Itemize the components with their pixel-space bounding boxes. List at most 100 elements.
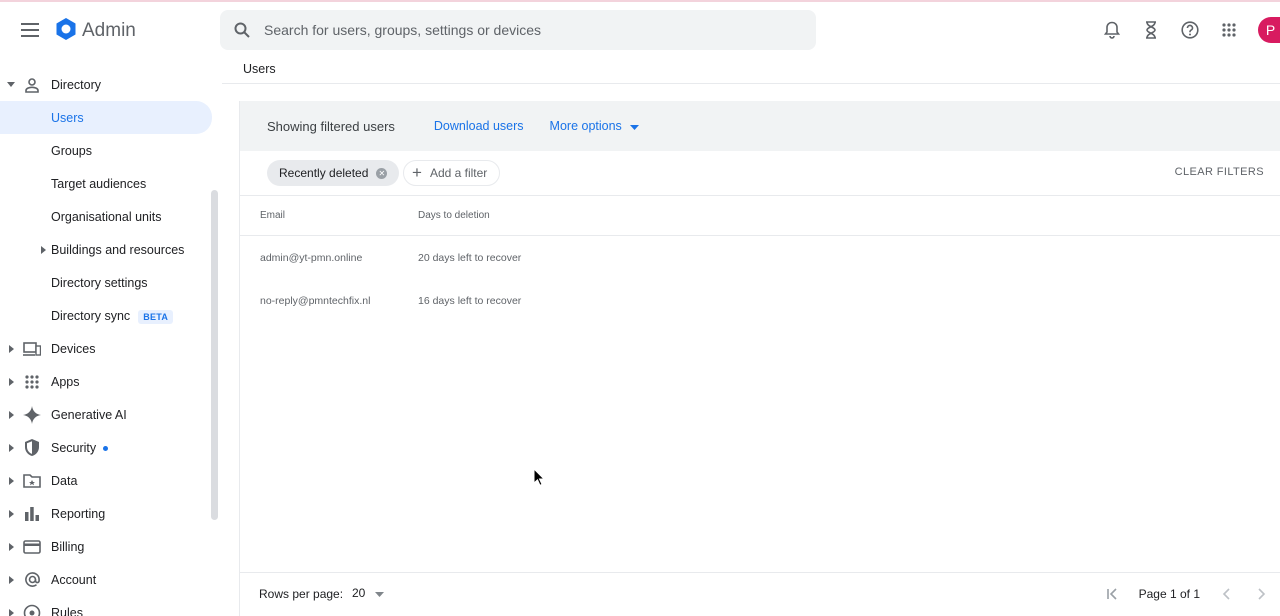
main-menu-icon[interactable] — [16, 16, 44, 44]
sidebar-item-label: Reporting — [51, 506, 106, 521]
sidebar-item-label: Directory — [51, 77, 102, 92]
row-email: no-reply@pmntechfix.nl — [260, 294, 371, 307]
sidebar-nav: Directory Users Groups Target audiences … — [0, 68, 222, 616]
sidebar-item-data[interactable]: Data — [0, 464, 222, 497]
sidebar-item-label: Organisational units — [51, 209, 162, 224]
sidebar-item-billing[interactable]: Billing — [0, 530, 222, 563]
sidebar-item-label: Users — [51, 110, 84, 125]
sidebar-item-users[interactable]: Users — [0, 101, 212, 134]
sidebar-item-buildings-and-resources[interactable]: Buildings and resources — [0, 233, 222, 266]
search-input[interactable] — [264, 22, 784, 38]
sidebar-item-organisational-units[interactable]: Organisational units — [0, 200, 222, 233]
beta-badge: BETA — [138, 309, 174, 324]
next-page-icon[interactable] — [1244, 583, 1280, 605]
breadcrumb-users[interactable]: Users — [243, 62, 276, 76]
sidebar-item-account[interactable]: Account — [0, 563, 222, 596]
sidebar-item-rules[interactable]: Rules — [0, 596, 222, 616]
sidebar-item-label: Data — [51, 473, 78, 488]
rows-per-page-select[interactable]: 20 — [352, 586, 385, 600]
users-panel: Showing filtered users Download users Mo… — [239, 101, 1280, 616]
sidebar-item-directory[interactable]: Directory — [0, 68, 222, 101]
help-icon[interactable] — [1170, 16, 1209, 44]
person-icon — [22, 75, 42, 95]
panel-header: Showing filtered users Download users Mo… — [240, 101, 1280, 151]
remove-filter-icon[interactable]: ✕ — [376, 167, 388, 179]
sidebar-item-security[interactable]: Security — [0, 431, 222, 464]
caret-right-icon — [6, 542, 16, 552]
plus-icon: + — [412, 163, 422, 182]
top-app-bar: Admin P — [0, 0, 1280, 58]
dropdown-arrow-icon — [375, 586, 385, 600]
sidebar-item-label: Account — [51, 572, 97, 587]
bar-chart-icon — [22, 504, 42, 524]
sidebar-scrollbar[interactable] — [211, 190, 218, 520]
at-sign-icon — [22, 570, 42, 590]
sidebar-item-groups[interactable]: Groups — [0, 134, 222, 167]
filter-bar: Recently deleted ✕ + Add a filter CLEAR … — [240, 151, 1280, 196]
panel-title: Showing filtered users — [267, 118, 395, 134]
more-options-label: More options — [549, 119, 622, 133]
app-brand[interactable]: Admin — [82, 20, 136, 42]
sidebar-item-label: Groups — [51, 143, 92, 158]
filter-chip-recently-deleted[interactable]: Recently deleted ✕ — [267, 160, 400, 186]
caret-right-icon — [6, 575, 16, 585]
caret-right-icon — [6, 509, 16, 519]
add-filter-button[interactable]: + Add a filter — [403, 160, 501, 186]
notification-dot — [103, 445, 109, 451]
clear-filters-button[interactable]: CLEAR FILTERS — [1175, 166, 1264, 178]
sidebar-item-label: Security — [51, 440, 109, 455]
sidebar-item-directory-settings[interactable]: Directory settings — [0, 266, 222, 299]
caret-right-icon — [38, 245, 48, 255]
sidebar-item-target-audiences[interactable]: Target audiences — [0, 167, 222, 200]
folder-icon — [22, 471, 42, 491]
column-header-email[interactable]: Email — [240, 210, 418, 221]
sidebar-item-label: Target audiences — [51, 176, 147, 191]
row-email: admin@yt-pmn.online — [260, 251, 363, 264]
first-page-icon[interactable] — [1095, 583, 1131, 605]
sparkle-icon — [22, 405, 42, 425]
search-bar[interactable] — [220, 10, 816, 50]
caret-right-icon — [6, 410, 16, 420]
sidebar-item-label: Buildings and resources — [51, 242, 185, 257]
sidebar-item-directory-sync[interactable]: Directory sync BETA — [0, 299, 222, 332]
admin-logo-icon[interactable] — [54, 17, 78, 41]
credit-card-icon — [22, 537, 42, 557]
rules-icon — [22, 603, 42, 616]
sidebar-item-generative-ai[interactable]: Generative AI — [0, 398, 222, 431]
previous-page-icon[interactable] — [1208, 583, 1244, 605]
sidebar-item-reporting[interactable]: Reporting — [0, 497, 222, 530]
column-header-days-to-deletion[interactable]: Days to deletion — [418, 210, 490, 221]
row-days: 16 days left to recover — [418, 294, 522, 307]
caret-right-icon — [6, 443, 16, 453]
mouse-pointer-icon — [533, 467, 546, 491]
account-avatar[interactable]: P — [1258, 17, 1280, 43]
more-options-button[interactable]: More options — [550, 119, 639, 133]
table-header: Email Days to deletion — [240, 196, 1280, 236]
caret-down-icon — [6, 80, 16, 90]
apps-grid-icon[interactable] — [1209, 16, 1248, 44]
sidebar-item-label: Apps — [51, 374, 80, 389]
page-indicator: Page 1 of 1 — [1138, 587, 1200, 601]
sidebar-item-label: Directory settings — [51, 275, 148, 290]
directory-sync-label: Directory sync — [51, 308, 131, 323]
hourglass-tasks-icon[interactable] — [1131, 16, 1170, 44]
filter-chip-label: Recently deleted — [279, 166, 369, 180]
apps-grid-icon — [22, 372, 42, 392]
add-filter-label: Add a filter — [429, 166, 488, 180]
caret-right-icon — [6, 608, 16, 616]
row-days: 20 days left to recover — [418, 251, 522, 264]
table-row[interactable]: no-reply@pmntechfix.nl 16 days left to r… — [240, 279, 1280, 322]
pagination: Page 1 of 1 — [1095, 583, 1280, 605]
download-users-button[interactable]: Download users — [434, 119, 524, 133]
devices-icon — [22, 339, 42, 359]
table-row[interactable]: admin@yt-pmn.online 20 days left to reco… — [240, 236, 1280, 279]
breadcrumb: Users — [222, 58, 1280, 84]
rows-per-page-value: 20 — [352, 586, 366, 600]
shield-icon — [22, 438, 42, 458]
caret-right-icon — [6, 377, 16, 387]
sidebar-item-apps[interactable]: Apps — [0, 365, 222, 398]
security-label: Security — [51, 440, 97, 455]
caret-right-icon — [6, 476, 16, 486]
sidebar-item-devices[interactable]: Devices — [0, 332, 222, 365]
notifications-bell-icon[interactable] — [1092, 16, 1131, 44]
